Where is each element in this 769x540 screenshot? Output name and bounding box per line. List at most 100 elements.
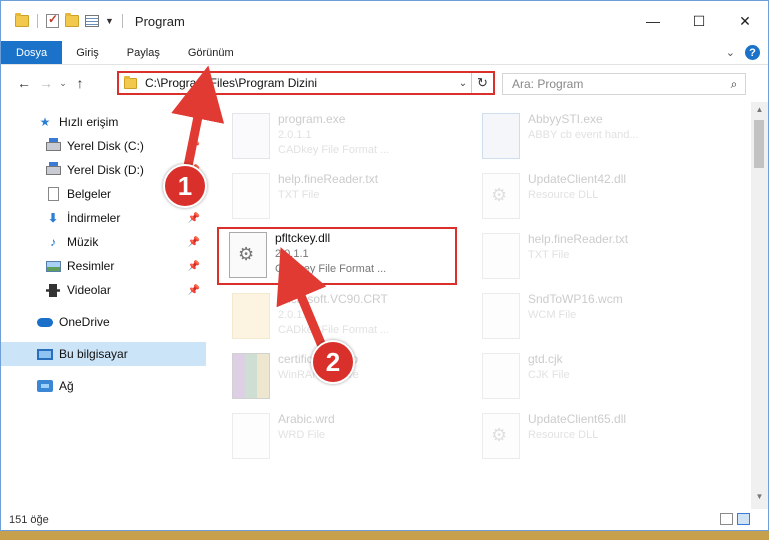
sidebar-item-downloads[interactable]: ⬇ İndirmeler 📌: [1, 206, 206, 230]
document-icon: [45, 187, 61, 201]
customize-toolbar-dropdown-icon[interactable]: ▼: [105, 16, 114, 26]
sidebar-item-label: Resimler: [67, 259, 115, 273]
file-description: CADkey File Format ...: [275, 263, 387, 275]
back-arrow-icon[interactable]: ←: [13, 75, 35, 91]
file-tile[interactable]: UpdateClient65.dll Resource DLL: [472, 410, 722, 466]
tab-view[interactable]: Görünüm: [174, 41, 248, 64]
folder-icon[interactable]: [15, 13, 29, 27]
separator: [121, 14, 123, 28]
scroll-down-icon[interactable]: ▼: [751, 492, 768, 506]
minimize-button[interactable]: —: [630, 1, 676, 41]
ribbon-tabs: Dosya Giriş Paylaş Görünüm ⌄ ?: [1, 41, 768, 65]
executable-icon: [232, 113, 270, 159]
file-tile[interactable]: Arabic.wrd WRD File: [222, 410, 472, 466]
details-view-icon[interactable]: [720, 513, 733, 525]
forward-arrow-icon[interactable]: →: [35, 75, 57, 91]
sidebar-item-quick-access[interactable]: ★ Hızlı erişim: [1, 110, 206, 134]
help-icon[interactable]: ?: [745, 45, 760, 60]
file-name: pfltckey.dll: [275, 231, 331, 245]
pin-icon[interactable]: 📌: [188, 237, 200, 248]
tab-home[interactable]: Giriş: [62, 41, 113, 64]
cloud-icon: [37, 315, 53, 329]
tab-share[interactable]: Paylaş: [113, 41, 174, 64]
refresh-icon[interactable]: ↻: [471, 73, 493, 93]
pin-icon[interactable]: 📌: [188, 141, 200, 152]
file-name: Arabic.wrd: [278, 412, 335, 426]
pictures-icon: [45, 259, 61, 273]
sidebar-item-label: Bu bilgisayar: [59, 347, 128, 361]
file-type: Resource DLL: [528, 189, 599, 201]
recent-locations-dropdown-icon[interactable]: ⌄: [57, 78, 69, 89]
download-icon: ⬇: [47, 211, 59, 225]
sidebar-item-onedrive[interactable]: OneDrive: [1, 310, 206, 334]
content-area: ★ Hızlı erişim Yerel Disk (C:) 📌 Yerel D…: [1, 102, 768, 509]
sidebar-item-this-pc[interactable]: Bu bilgisayar: [1, 342, 206, 366]
maximize-button[interactable]: ☐: [676, 1, 722, 41]
separator: [37, 14, 38, 28]
file-icon: [232, 413, 270, 459]
file-type: WCM File: [528, 309, 577, 321]
sidebar-item-local-disk-c[interactable]: Yerel Disk (C:) 📌: [1, 134, 206, 158]
network-icon: [37, 379, 53, 393]
dll-gear-icon: [482, 413, 520, 459]
new-folder-icon[interactable]: [65, 13, 79, 27]
address-dropdown-icon[interactable]: ⌄: [455, 78, 471, 89]
file-tile[interactable]: Microsoft.VC90.CRT 2.0.1.1 CADkey File For…: [222, 290, 472, 346]
file-type: TXT File: [528, 249, 570, 261]
file-type: TXT File: [278, 189, 320, 201]
sidebar-item-network[interactable]: Ağ: [1, 374, 206, 398]
vertical-scrollbar[interactable]: ▲ ▼: [751, 102, 768, 509]
file-description: CADkey File Format ...: [278, 144, 390, 156]
search-input[interactable]: [512, 77, 723, 91]
pin-icon[interactable]: 📌: [188, 213, 200, 224]
scrollbar-thumb[interactable]: [754, 120, 764, 168]
sidebar-item-music[interactable]: ♪ Müzik 📌: [1, 230, 206, 254]
pin-icon[interactable]: 📌: [188, 285, 200, 296]
dll-gear-icon: [229, 232, 267, 278]
file-tile[interactable]: help.fineReader.txt TXT File: [472, 230, 722, 286]
file-tile[interactable]: UpdateClient42.dll Resource DLL: [472, 170, 722, 226]
tab-file[interactable]: Dosya: [1, 41, 63, 64]
file-tile[interactable]: SndToWP16.wcm WCM File: [472, 290, 722, 346]
search-icon[interactable]: ⌕: [723, 77, 745, 92]
close-button[interactable]: ✕: [722, 1, 768, 41]
address-bar[interactable]: C:\Program Files\Program Dizini ⌄ ↻: [117, 71, 495, 95]
scroll-up-icon[interactable]: ▲: [751, 105, 768, 119]
file-version: 2.0.1.1: [278, 309, 312, 321]
file-name: UpdateClient42.dll: [528, 172, 627, 186]
window-title: Program: [134, 13, 185, 29]
sidebar-item-pictures[interactable]: Resimler 📌: [1, 254, 206, 278]
sidebar-item-label: Yerel Disk (C:): [67, 139, 144, 153]
pin-icon[interactable]: 📌: [188, 261, 200, 272]
file-name: help.fineReader.txt: [528, 232, 629, 246]
status-bar: 151 öğe: [1, 509, 768, 530]
file-tile[interactable]: program.exe 2.0.1.1 CADkey File Format ...: [222, 110, 472, 166]
sidebar-item-label: OneDrive: [59, 315, 110, 329]
file-tile-pfltckey-highlighted[interactable]: pfltckey.dll 2.0.1.1 CADkey File Format ..…: [217, 227, 457, 285]
folder-icon: [124, 75, 137, 89]
file-tile[interactable]: AbbyySTI.exe ABBY cb event hand...: [472, 110, 722, 166]
sidebar-item-label: Yerel Disk (D:): [67, 163, 144, 177]
sidebar-item-label: İndirmeler: [67, 211, 121, 225]
file-description: ABBY cb event hand...: [528, 129, 639, 141]
tiles-view-icon[interactable]: [737, 513, 750, 525]
view-options-icon[interactable]: [85, 15, 99, 27]
search-box[interactable]: ⌕: [502, 73, 746, 95]
window-controls: — ☐ ✕: [630, 1, 768, 41]
up-arrow-icon[interactable]: ↑: [69, 75, 91, 91]
file-name: AbbyySTI.exe: [528, 112, 603, 126]
navigation-bar: ← → ⌄ ↑ C:\Program Files\Program Dizini …: [1, 65, 768, 101]
file-tile[interactable]: help.fineReader.txt TXT File: [222, 170, 472, 226]
navigation-pane: ★ Hızlı erişim Yerel Disk (C:) 📌 Yerel D…: [1, 102, 206, 509]
expand-ribbon-chevron-icon[interactable]: ⌄: [726, 46, 735, 59]
file-type: CJK File: [528, 369, 570, 381]
file-icon: [482, 293, 520, 339]
address-path[interactable]: C:\Program Files\Program Dizini: [145, 76, 455, 90]
file-name: gtd.cjk: [528, 352, 563, 366]
sidebar-item-videos[interactable]: Videolar 📌: [1, 278, 206, 302]
properties-check-icon[interactable]: [46, 12, 59, 28]
file-tile[interactable]: gtd.cjk CJK File: [472, 350, 722, 406]
